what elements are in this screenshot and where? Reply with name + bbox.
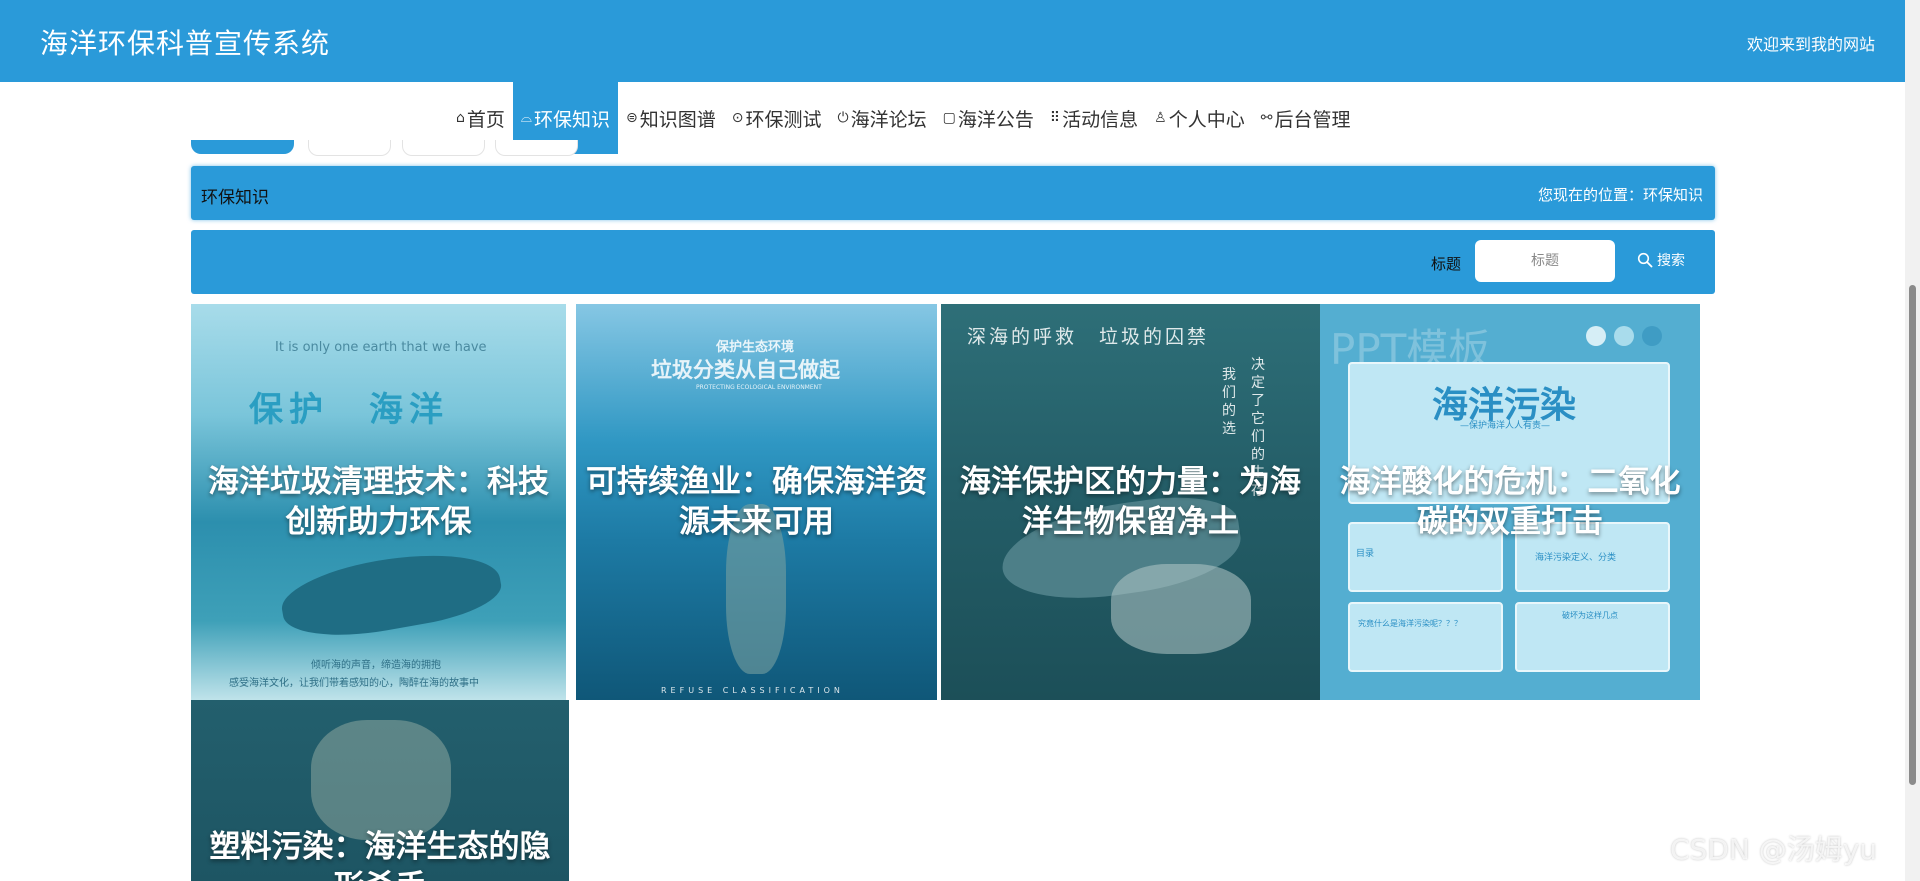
card-image-text: 垃圾分类从自己做起 [651, 358, 840, 382]
top-header: 海洋环保科普宣传系统 欢迎来到我的网站 [0, 0, 1905, 82]
dot-icon [1614, 326, 1634, 346]
nav-item-label: 环保测试 [745, 108, 822, 131]
card-image-text: It is only one earth that we have [275, 340, 487, 355]
breadcrumb: 您现在的位置：环保知识 [1537, 186, 1703, 204]
scrollbar-thumb[interactable] [1909, 285, 1916, 785]
knowledge-card[interactable]: 保护生态环境 垃圾分类从自己做起 PROTECTING ECOLOGICAL E… [576, 304, 937, 700]
trash-pile-illustration [1111, 564, 1251, 654]
breadcrumb-bar: 环保知识 您现在的位置：环保知识 [191, 166, 1715, 220]
search-bar: 标题 搜索 [191, 230, 1715, 294]
card-title[interactable]: 海洋保护区的力量：为海洋生物保留净土 [951, 462, 1310, 542]
nav-item-activities[interactable]: ⠿ 活动信息 [1042, 82, 1146, 154]
search-label: 标题 [1431, 255, 1462, 273]
knowledge-card[interactable]: It is only one earth that we have 保护 海洋 … [191, 304, 566, 700]
document-icon: ▢ [942, 110, 956, 126]
nav-item-profile[interactable]: ♙ 个人中心 [1146, 82, 1253, 154]
csdn-watermark: CSDN @汤姆yu [1670, 833, 1878, 866]
search-button[interactable]: 搜索 [1637, 250, 1685, 270]
leaf-icon: ⌓ [520, 110, 532, 126]
card-image-text: 破坏为这样几点 [1562, 611, 1618, 620]
page-title: 环保知识 [201, 188, 269, 208]
card-image-text: 深海的呼救 垃圾的囚禁 [967, 326, 1210, 348]
nav-item-env-test[interactable]: ⊙ 环保测试 [724, 82, 830, 154]
search-input[interactable] [1475, 240, 1615, 282]
page: 海洋环保科普宣传系统 欢迎来到我的网站 ⌂ 首页 ⌓ 环保知识 ⊜ 知识图谱 ⊙… [0, 0, 1920, 881]
card-title[interactable]: 可持续渔业：确保海洋资源未来可用 [586, 462, 927, 542]
card-title[interactable]: 海洋酸化的危机：二氧化碳的双重打击 [1330, 462, 1690, 542]
card-image-text: REFUSE CLASSIFICATION [661, 686, 844, 695]
nav-item-label: 知识图谱 [639, 108, 716, 131]
link-icon: ⚯ [1260, 110, 1273, 126]
card-image-text: 倾听海的声音，缔造海的拥抱 [311, 660, 441, 671]
nav-item-knowledge-graph[interactable]: ⊜ 知识图谱 [618, 82, 724, 154]
user-icon: ♙ [1154, 110, 1167, 126]
card-image-text: 究竟什么是海洋污染呢？？？ [1358, 619, 1462, 628]
card-image-banner: 保护 海洋 [249, 390, 449, 430]
nav-item-label: 海洋公告 [957, 108, 1034, 131]
card-title[interactable]: 海洋垃圾清理技术：科技创新助力环保 [201, 462, 556, 542]
hidden-tab-3[interactable] [402, 140, 485, 156]
nav-item-label: 环保知识 [533, 108, 610, 131]
hidden-tab-2[interactable] [308, 140, 391, 156]
nav-item-forum[interactable]: ⏻ 海洋论坛 [830, 82, 935, 154]
card-image-text: —保护海洋人人有责— [1460, 421, 1551, 431]
apps-icon: ⠿ [1049, 110, 1061, 126]
site-title[interactable]: 海洋环保科普宣传系统 [40, 22, 330, 62]
card-image-text: 保护生态环境 [716, 340, 795, 355]
main-nav: ⌂ 首页 ⌓ 环保知识 ⊜ 知识图谱 ⊙ 环保测试 ⏻ 海洋论坛 ▢ 海洋公告 … [448, 82, 1358, 154]
hidden-tab-4[interactable] [495, 140, 578, 156]
card-image-text: 我们的选 [1222, 367, 1236, 437]
nav-item-label: 首页 [466, 108, 505, 131]
card-image-text: 目录 [1356, 549, 1375, 559]
knowledge-card[interactable]: 塑料污染：海洋生态的隐形杀手 [191, 700, 569, 881]
whale-illustration [276, 540, 506, 648]
nav-item-admin[interactable]: ⚯ 后台管理 [1253, 82, 1359, 154]
card-image-text: PROTECTING ECOLOGICAL ENVIRONMENT [696, 384, 822, 391]
search-button-label: 搜索 [1657, 253, 1685, 269]
scrollbar[interactable] [1905, 0, 1920, 881]
power-icon: ⏻ [837, 110, 849, 126]
nav-item-label: 个人中心 [1168, 108, 1245, 131]
card-image-text: 感受海洋文化，让我们带着感知的心，陶醉在海的故事中 [229, 678, 479, 689]
nav-item-label: 后台管理 [1274, 108, 1351, 131]
nav-item-label: 海洋论坛 [850, 108, 927, 131]
network-icon: ⊜ [626, 110, 638, 126]
search-icon [1637, 252, 1653, 268]
dot-icon [1586, 326, 1606, 346]
welcome-text: 欢迎来到我的网站 [1746, 35, 1875, 54]
nav-item-label: 活动信息 [1062, 108, 1139, 131]
nav-item-announcements[interactable]: ▢ 海洋公告 [935, 82, 1042, 154]
knowledge-card[interactable]: PPT模板 海洋污染 —保护海洋人人有责— 目录 海洋污染定义、分类 究竟什么是… [1320, 304, 1700, 700]
card-image-text: 海洋污染定义、分类 [1535, 553, 1617, 563]
home-icon: ⌂ [456, 110, 465, 126]
slide-preview: 究竟什么是海洋污染呢？？？ [1348, 602, 1503, 672]
knowledge-card[interactable]: 深海的呼救 垃圾的囚禁 我们的选 决定了它们的生存 海洋保护区的力量：为海洋生物… [941, 304, 1320, 700]
cube-icon: ⊙ [731, 110, 744, 126]
dot-icon [1642, 326, 1662, 346]
turtle-illustration [311, 720, 451, 840]
slide-preview: 破坏为这样几点 [1515, 602, 1670, 672]
card-title[interactable]: 塑料污染：海洋生态的隐形杀手 [201, 827, 559, 881]
hidden-tab-1[interactable] [191, 140, 294, 154]
